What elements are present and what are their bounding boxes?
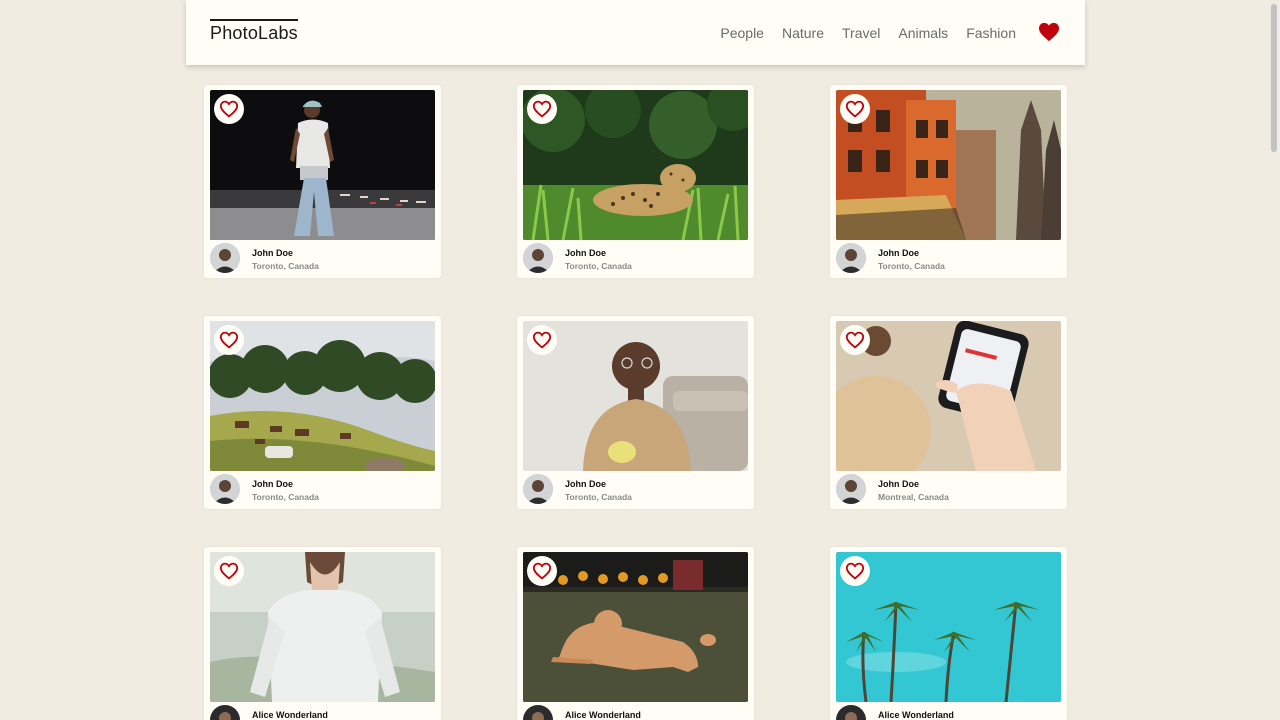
favorite-heart-icon[interactable] xyxy=(214,94,244,124)
top-nav-bar: PhotoLabs People Nature Travel Animals F… xyxy=(186,0,1085,65)
avatar xyxy=(836,705,866,720)
favorite-heart-icon[interactable] xyxy=(214,556,244,586)
logo[interactable]: PhotoLabs xyxy=(210,19,298,43)
topic-travel[interactable]: Travel xyxy=(842,23,880,43)
avatar xyxy=(523,705,553,720)
photo-card[interactable]: Alice Wonderland xyxy=(204,547,441,720)
user-location: Toronto, Canada xyxy=(565,261,632,271)
user-name: John Doe xyxy=(565,248,607,258)
topic-people[interactable]: People xyxy=(720,23,764,43)
photo-user-details: John Doe Toronto, Canada xyxy=(210,243,435,273)
photo-image[interactable] xyxy=(836,552,1061,702)
favorite-heart-icon[interactable] xyxy=(527,325,557,355)
photo-image[interactable] xyxy=(210,321,435,471)
photo-user-details: John Doe Montreal, Canada xyxy=(836,474,1061,504)
favorite-heart-icon[interactable] xyxy=(840,94,870,124)
topic-nature[interactable]: Nature xyxy=(782,23,824,43)
avatar xyxy=(523,474,553,504)
photo-card[interactable]: John Doe Montreal, Canada xyxy=(830,316,1067,509)
favorite-heart-icon[interactable] xyxy=(840,325,870,355)
photo-user-details: Alice Wonderland xyxy=(210,705,435,720)
user-location: Toronto, Canada xyxy=(878,261,945,271)
user-name: Alice Wonderland xyxy=(878,710,954,720)
photo-image[interactable] xyxy=(210,552,435,702)
avatar xyxy=(210,243,240,273)
photo-user-details: John Doe Toronto, Canada xyxy=(210,474,435,504)
topic-fashion[interactable]: Fashion xyxy=(966,23,1016,43)
photo-card[interactable]: Alice Wonderland xyxy=(517,547,754,720)
photo-user-details: Alice Wonderland xyxy=(836,705,1061,720)
photo-card[interactable]: John Doe Toronto, Canada xyxy=(517,316,754,509)
photo-image[interactable] xyxy=(523,90,748,240)
user-location: Toronto, Canada xyxy=(252,492,319,502)
photo-user-details: Alice Wonderland xyxy=(523,705,748,720)
photo-card[interactable]: John Doe Toronto, Canada xyxy=(204,85,441,278)
topic-animals[interactable]: Animals xyxy=(898,23,948,43)
photo-image[interactable] xyxy=(836,90,1061,240)
user-name: Alice Wonderland xyxy=(252,710,328,720)
photo-list: John Doe Toronto, Canada John Doe Toront… xyxy=(204,85,1068,720)
favorite-heart-icon[interactable] xyxy=(527,94,557,124)
avatar xyxy=(210,474,240,504)
avatar xyxy=(523,243,553,273)
user-location: Montreal, Canada xyxy=(878,492,949,502)
user-name: John Doe xyxy=(252,248,294,258)
photo-image[interactable] xyxy=(523,321,748,471)
photo-image[interactable] xyxy=(836,321,1061,471)
user-location: Toronto, Canada xyxy=(565,492,632,502)
photo-card[interactable]: John Doe Toronto, Canada xyxy=(830,85,1067,278)
favorite-heart-icon[interactable] xyxy=(214,325,244,355)
avatar xyxy=(210,705,240,720)
user-name: John Doe xyxy=(565,479,607,489)
topic-list: People Nature Travel Animals Fashion xyxy=(720,23,1016,43)
scrollbar[interactable] xyxy=(1268,0,1280,720)
user-name: John Doe xyxy=(878,248,920,258)
scrollbar-thumb[interactable] xyxy=(1271,4,1277,152)
photo-card[interactable]: Alice Wonderland xyxy=(830,547,1067,720)
user-name: John Doe xyxy=(252,479,294,489)
avatar xyxy=(836,474,866,504)
photo-image[interactable] xyxy=(523,552,748,702)
photolabs-page: PhotoLabs People Nature Travel Animals F… xyxy=(0,0,1280,720)
user-location: Toronto, Canada xyxy=(252,261,319,271)
avatar xyxy=(836,243,866,273)
photo-image[interactable] xyxy=(210,90,435,240)
favorite-heart-icon[interactable] xyxy=(840,556,870,586)
user-name: John Doe xyxy=(878,479,920,489)
user-name: Alice Wonderland xyxy=(565,710,641,720)
photo-card[interactable]: John Doe Toronto, Canada xyxy=(517,85,754,278)
photo-user-details: John Doe Toronto, Canada xyxy=(523,474,748,504)
photo-card[interactable]: John Doe Toronto, Canada xyxy=(204,316,441,509)
photo-user-details: John Doe Toronto, Canada xyxy=(836,243,1061,273)
favorites-heart-icon[interactable] xyxy=(1038,22,1060,42)
favorite-heart-icon[interactable] xyxy=(527,556,557,586)
photo-user-details: John Doe Toronto, Canada xyxy=(523,243,748,273)
